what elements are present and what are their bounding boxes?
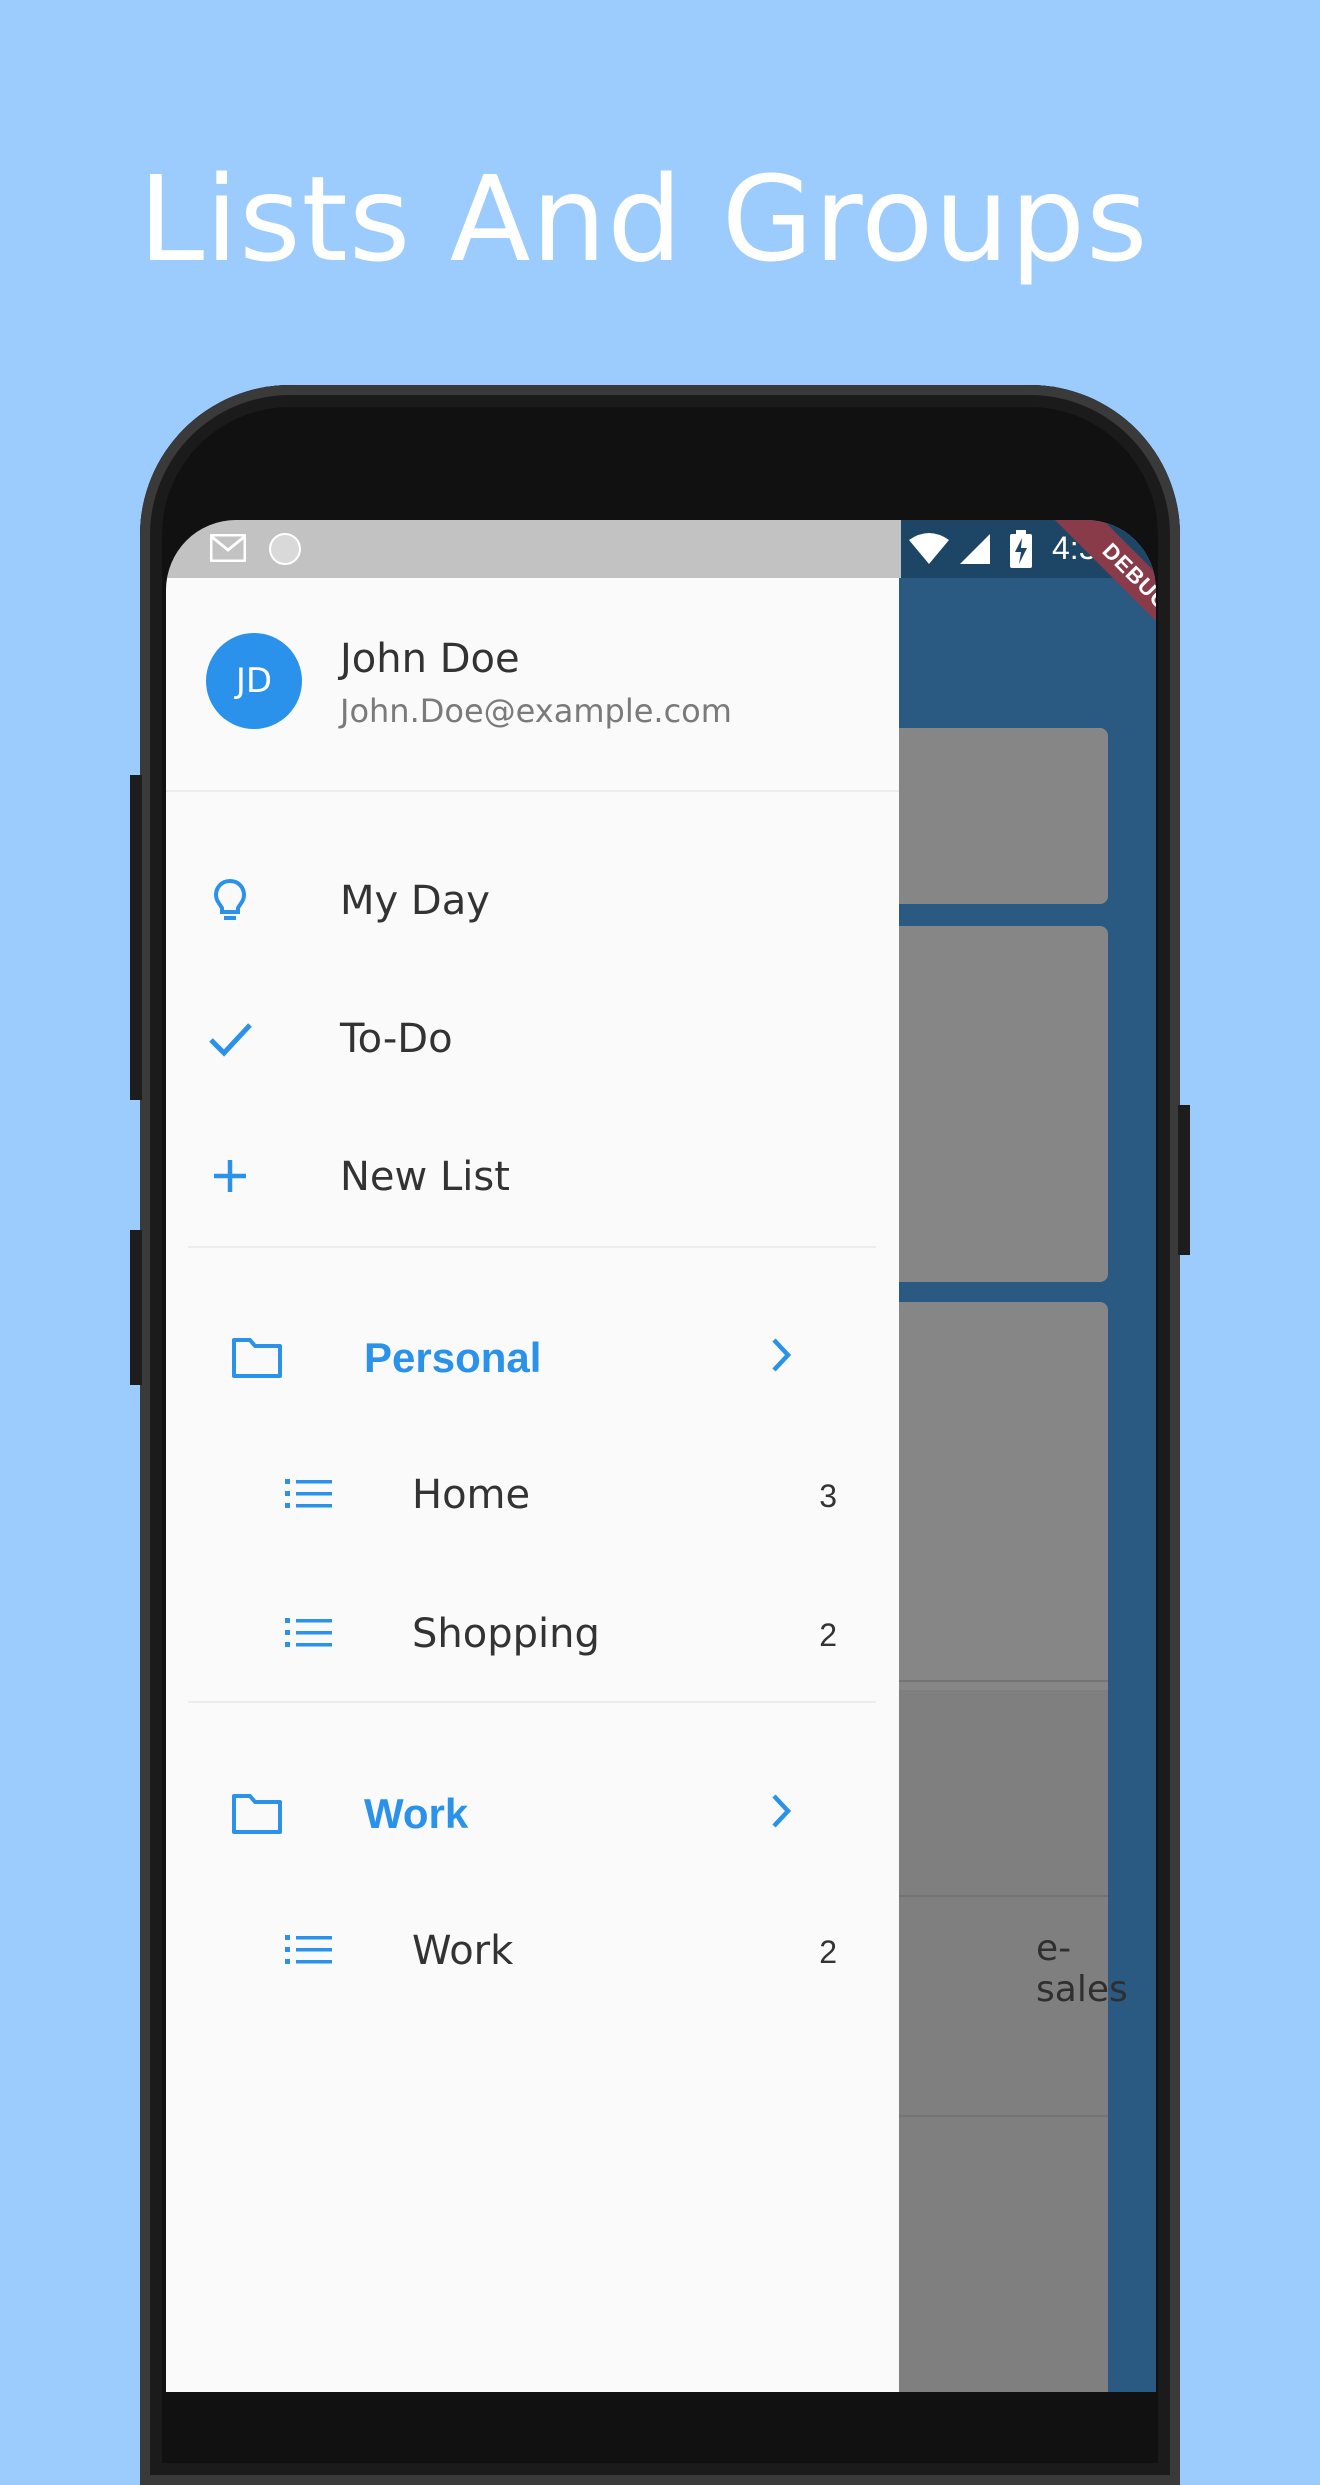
nav-item-new-list[interactable]: New List <box>166 1122 899 1232</box>
background-divider <box>884 1680 1108 1682</box>
group-personal[interactable]: Personal <box>166 1302 899 1412</box>
phone-side-button <box>130 1230 142 1385</box>
background-divider <box>884 2115 1108 2117</box>
section-divider <box>188 1246 876 1248</box>
plus-icon <box>214 1160 246 1192</box>
list-icon <box>285 1935 332 1964</box>
list-item-shopping[interactable]: Shopping 2 <box>166 1579 899 1689</box>
group-name: Work <box>364 1790 469 1837</box>
signal-icon <box>960 534 990 564</box>
user-email: John.Doe@example.com <box>340 692 732 730</box>
chevron-right-icon[interactable] <box>760 1790 802 1832</box>
list-name: Work <box>412 1928 514 1974</box>
user-name: John Doe <box>340 636 520 682</box>
list-item-work[interactable]: Work 2 <box>166 1896 899 2006</box>
list-count: 2 <box>819 1617 837 1653</box>
nav-item-label: My Day <box>340 878 490 924</box>
section-divider <box>188 1701 876 1703</box>
list-icon <box>285 1618 332 1647</box>
nav-item-to-do[interactable]: To-Do <box>166 984 899 1094</box>
background-card <box>884 728 1108 904</box>
list-item-home[interactable]: Home 3 <box>166 1440 899 1550</box>
circle-icon <box>269 533 301 565</box>
group-name: Personal <box>364 1334 542 1381</box>
gmail-icon <box>210 534 246 562</box>
nav-item-my-day[interactable]: My Day <box>166 846 899 956</box>
list-name: Shopping <box>412 1611 600 1657</box>
phone-screen: 4:34 DEBUG e-sales JD John Doe John.Doe@… <box>166 520 1156 2392</box>
phone-side-button <box>1178 1105 1190 1255</box>
background-card <box>884 926 1108 1282</box>
nav-item-label: New List <box>340 1154 510 1200</box>
check-icon <box>209 1023 252 1057</box>
folder-icon <box>232 1794 282 1834</box>
wifi-icon <box>909 533 949 564</box>
chevron-right-icon[interactable] <box>760 1334 802 1376</box>
page-headline: Lists And Groups <box>138 150 1149 288</box>
background-list <box>884 1690 1108 2392</box>
navigation-drawer: JD John Doe John.Doe@example.com My Day … <box>166 578 899 2392</box>
avatar[interactable]: JD <box>206 633 302 729</box>
header-divider <box>166 790 899 792</box>
group-work[interactable]: Work <box>166 1758 899 1868</box>
background-card <box>884 1302 1108 1702</box>
lightbulb-icon <box>213 878 247 920</box>
list-count: 2 <box>819 1934 837 1970</box>
background-divider <box>884 1895 1108 1897</box>
list-count: 3 <box>819 1478 837 1514</box>
background-text: e-sales <box>1036 1928 1128 2010</box>
list-icon <box>285 1479 332 1508</box>
battery-charging-icon <box>1010 530 1032 568</box>
list-name: Home <box>412 1472 531 1518</box>
phone-side-button <box>130 775 142 1100</box>
folder-icon <box>232 1338 282 1378</box>
nav-item-label: To-Do <box>340 1016 453 1062</box>
